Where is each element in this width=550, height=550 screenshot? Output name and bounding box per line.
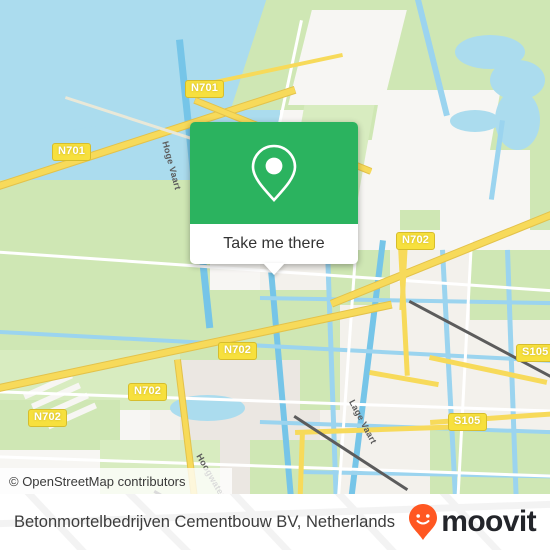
moovit-smiley-pin-icon bbox=[409, 504, 438, 540]
osm-attribution[interactable]: © OpenStreetMap contributors bbox=[0, 468, 232, 494]
road-shield-label: N701 bbox=[58, 145, 86, 157]
road-shield-label: S105 bbox=[522, 346, 549, 358]
take-me-there-button[interactable]: Take me there bbox=[190, 224, 358, 264]
road-shield-n701-b[interactable]: N701 bbox=[52, 143, 92, 161]
road-shield-n702-b[interactable]: N702 bbox=[218, 342, 258, 360]
road-shield-n701-a[interactable]: N701 bbox=[185, 80, 225, 98]
road-shield-n702-c[interactable]: N702 bbox=[128, 383, 168, 401]
osm-attribution-text: © OpenStreetMap contributors bbox=[9, 473, 186, 489]
road-shield-label: N702 bbox=[224, 344, 252, 356]
card-header bbox=[190, 122, 358, 224]
road-shield-s105-b[interactable]: S105 bbox=[448, 413, 487, 431]
map-pin-icon bbox=[251, 144, 297, 202]
road-shield-n702-a[interactable]: N702 bbox=[396, 232, 436, 250]
map-water-pond-ne-3 bbox=[450, 110, 500, 132]
road-shield-s105-a[interactable]: S105 bbox=[516, 344, 550, 362]
take-me-there-card[interactable]: Take me there bbox=[190, 122, 358, 275]
road-shield-label: N702 bbox=[402, 234, 430, 246]
moovit-logo[interactable]: moovit bbox=[408, 503, 537, 541]
road-shield-label: N701 bbox=[191, 82, 219, 94]
location-title: Betonmortelbedrijven Cementbouw BV, Neth… bbox=[14, 512, 395, 531]
map-green-se-1 bbox=[430, 430, 550, 494]
take-me-there-label: Take me there bbox=[223, 235, 325, 252]
road-shield-n702-d[interactable]: N702 bbox=[28, 409, 68, 427]
road-shield-label: N702 bbox=[34, 411, 62, 423]
footer-bar: Betonmortelbedrijven Cementbouw BV, Neth… bbox=[0, 494, 550, 550]
card-pointer-tail bbox=[263, 263, 285, 275]
map-built-ne-3 bbox=[440, 150, 530, 230]
screenshot-root: N701 N701 N702 N702 N702 N702 S105 S105 … bbox=[0, 0, 550, 550]
moovit-wordmark: moovit bbox=[441, 505, 536, 538]
road-shield-label: S105 bbox=[454, 415, 481, 427]
road-shield-label: N702 bbox=[134, 385, 162, 397]
